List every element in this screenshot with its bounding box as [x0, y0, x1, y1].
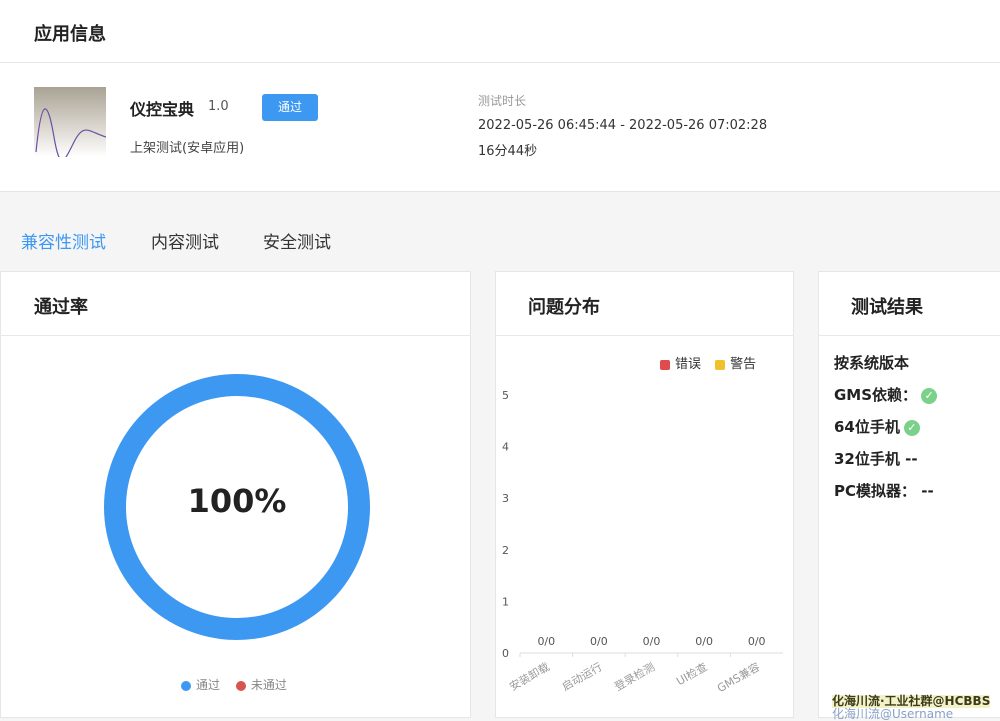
legend-error-swatch — [660, 359, 670, 370]
legend-pass-label: 通过 — [196, 678, 221, 692]
tab-security[interactable]: 安全测试 — [263, 228, 331, 253]
gms-label: GMS依赖： — [834, 386, 918, 404]
y-tick-label: 3 — [502, 492, 509, 505]
duration-label: 测试时长 — [478, 94, 527, 108]
app-thumbnail — [34, 87, 107, 161]
app-name: 仪控宝典 — [130, 100, 195, 119]
legend-warning-label: 警告 — [730, 357, 757, 372]
y-tick-label: 5 — [502, 389, 509, 402]
legend-fail-dot — [235, 680, 246, 691]
data-label: 0/0 — [643, 635, 661, 648]
watermark: 化海川流·工业社群@HCBBS 化海川流@Username — [832, 695, 991, 721]
legend-fail-label: 未通过 — [250, 678, 287, 692]
app-version: 1.0 — [208, 99, 229, 114]
results-title: 测试结果 — [851, 297, 923, 318]
x-tick-label: UI检查 — [674, 659, 710, 688]
pass-status-button[interactable]: 通过 — [262, 94, 318, 121]
duration-value: 16分44秒 — [478, 144, 538, 159]
data-label: 0/0 — [695, 635, 713, 648]
issues-legend: 错误 警告 — [660, 353, 756, 372]
check-icon: ✓ — [903, 419, 920, 436]
y-tick-label: 4 — [502, 441, 509, 454]
time-range: 2022-05-26 06:45:44 - 2022-05-26 07:02:2… — [478, 118, 768, 133]
tab-content[interactable]: 内容测试 — [151, 228, 219, 253]
results-64bit: 64位手机 ✓ — [834, 416, 920, 437]
x64-label: 64位手机 — [834, 418, 900, 436]
pass-rate-value: 100% — [187, 482, 287, 520]
data-label: 0/0 — [537, 635, 555, 648]
pc-label: PC模拟器： — [834, 482, 917, 500]
x-tick-label: GMS兼容 — [714, 659, 762, 695]
x-tick-label: 安装卸载 — [507, 659, 552, 693]
x32-label: 32位手机 — [834, 450, 900, 468]
data-label: 0/0 — [748, 635, 766, 648]
x-tick-label: 登录检测 — [612, 659, 657, 693]
results-pc: PC模拟器： -- — [834, 480, 934, 501]
y-tick-label: 2 — [502, 544, 509, 557]
y-tick-label: 0 — [502, 647, 509, 660]
check-icon: ✓ — [921, 387, 938, 404]
results-by-version: 按系统版本 — [834, 354, 910, 372]
results-32bit: 32位手机 -- — [834, 448, 918, 469]
issues-title: 问题分布 — [528, 297, 600, 318]
x-tick-label: 启动运行 — [560, 660, 605, 693]
pass-rate-legend: 通过 未通过 — [181, 676, 287, 693]
tab-compatibility[interactable]: 兼容性测试 — [21, 228, 106, 253]
results-gms: GMS依赖： ✓ — [834, 384, 938, 405]
data-label: 0/0 — [590, 635, 608, 648]
issues-bar-chart: 0123450/0安装卸载0/0启动运行0/0登录检测0/0UI检查0/0GMS… — [502, 389, 783, 695]
legend-warning-swatch — [715, 359, 726, 370]
legend-error-label: 错误 — [675, 357, 702, 372]
watermark-line2: 化海川流@Username — [832, 707, 954, 721]
y-tick-label: 1 — [502, 595, 509, 608]
section-title-app-info: 应用信息 — [34, 24, 106, 45]
x32-value: -- — [905, 450, 918, 468]
test-type: 上架测试(安卓应用) — [130, 141, 245, 156]
pass-rate-title: 通过率 — [34, 297, 88, 318]
legend-pass-dot — [181, 680, 191, 691]
pc-value: -- — [921, 482, 934, 500]
